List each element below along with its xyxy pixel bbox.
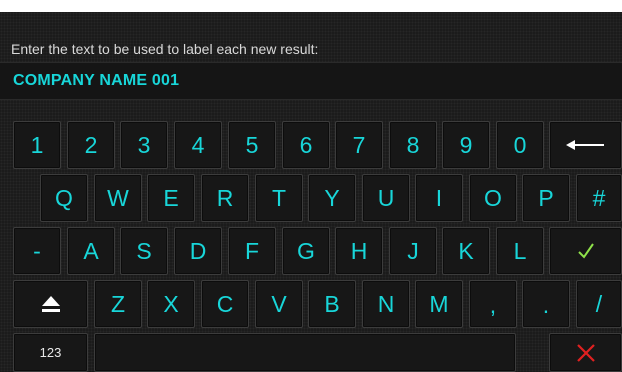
key-a[interactable]: A: [67, 227, 115, 275]
key-3[interactable]: 3: [120, 121, 168, 169]
key-1[interactable]: 1: [13, 121, 61, 169]
label-text-field[interactable]: COMPANY NAME 001: [0, 62, 622, 100]
key-m[interactable]: M: [415, 280, 463, 328]
key-v[interactable]: V: [255, 280, 303, 328]
prompt-label: Enter the text to be used to label each …: [11, 41, 319, 57]
cancel-key[interactable]: [549, 333, 622, 372]
key-l[interactable]: L: [496, 227, 544, 275]
key-hash[interactable]: #: [576, 174, 622, 222]
key-i[interactable]: I: [415, 174, 463, 222]
key-5[interactable]: 5: [228, 121, 276, 169]
key-slash[interactable]: /: [576, 280, 622, 328]
key-period[interactable]: .: [522, 280, 570, 328]
key-f[interactable]: F: [228, 227, 276, 275]
key-d[interactable]: D: [174, 227, 222, 275]
label-text-value: COMPANY NAME 001: [13, 72, 180, 89]
key-q[interactable]: Q: [40, 174, 88, 222]
key-x[interactable]: X: [147, 280, 195, 328]
key-j[interactable]: J: [389, 227, 437, 275]
shift-up-arrow-icon: [41, 294, 61, 314]
key-p[interactable]: P: [522, 174, 570, 222]
key-w[interactable]: W: [94, 174, 142, 222]
key-dash[interactable]: -: [13, 227, 61, 275]
key-y[interactable]: Y: [308, 174, 356, 222]
numeric-mode-key[interactable]: 123: [13, 333, 88, 372]
key-comma[interactable]: ,: [469, 280, 517, 328]
checkmark-icon: [577, 242, 595, 260]
key-8[interactable]: 8: [389, 121, 437, 169]
key-0[interactable]: 0: [496, 121, 544, 169]
left-arrow-icon: [565, 139, 606, 151]
key-6[interactable]: 6: [282, 121, 330, 169]
key-2[interactable]: 2: [67, 121, 115, 169]
key-7[interactable]: 7: [335, 121, 383, 169]
key-n[interactable]: N: [362, 280, 410, 328]
enter-key[interactable]: [549, 227, 622, 275]
key-g[interactable]: G: [282, 227, 330, 275]
key-u[interactable]: U: [362, 174, 410, 222]
key-h[interactable]: H: [335, 227, 383, 275]
key-4[interactable]: 4: [174, 121, 222, 169]
shift-key[interactable]: [13, 280, 88, 328]
key-r[interactable]: R: [201, 174, 249, 222]
key-s[interactable]: S: [120, 227, 168, 275]
key-z[interactable]: Z: [94, 280, 142, 328]
key-t[interactable]: T: [255, 174, 303, 222]
on-screen-keyboard: 1 2 3 4 5 6 7 8 9 0 Q W E R T Y U I O P …: [0, 118, 622, 372]
key-c[interactable]: C: [201, 280, 249, 328]
key-k[interactable]: K: [442, 227, 490, 275]
close-x-icon: [576, 343, 596, 363]
key-o[interactable]: O: [469, 174, 517, 222]
space-key[interactable]: [94, 333, 516, 372]
backspace-key[interactable]: [549, 121, 622, 169]
key-9[interactable]: 9: [442, 121, 490, 169]
top-strip: [0, 0, 622, 12]
key-e[interactable]: E: [147, 174, 195, 222]
key-b[interactable]: B: [308, 280, 356, 328]
